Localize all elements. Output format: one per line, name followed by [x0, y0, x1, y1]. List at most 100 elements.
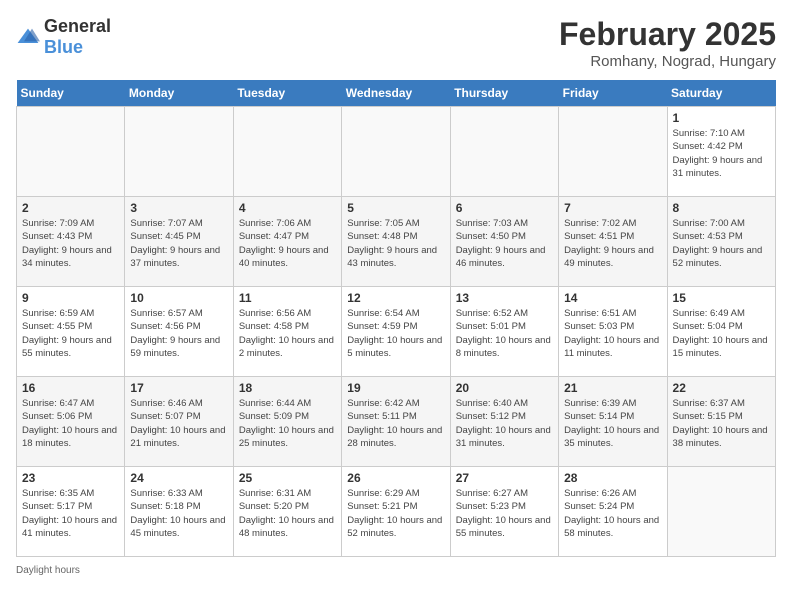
day-info: Sunrise: 6:26 AM Sunset: 5:24 PM Dayligh…	[564, 487, 661, 540]
calendar-cell: 7 Sunrise: 7:02 AM Sunset: 4:51 PM Daylig…	[559, 197, 667, 287]
day-number: 5	[347, 201, 444, 215]
week-row-4: 16 Sunrise: 6:47 AM Sunset: 5:06 PM Dayli…	[17, 377, 776, 467]
day-info: Sunrise: 6:59 AM Sunset: 4:55 PM Dayligh…	[22, 307, 119, 360]
day-header-wednesday: Wednesday	[342, 80, 450, 107]
calendar-cell	[233, 107, 341, 197]
day-number: 22	[673, 381, 770, 395]
day-number: 7	[564, 201, 661, 215]
calendar-cell: 2Sunrise: 7:09 AM Sunset: 4:43 PM Daylig…	[17, 197, 125, 287]
day-number: 18	[239, 381, 336, 395]
day-number: 10	[130, 291, 227, 305]
day-info: Sunrise: 7:10 AM Sunset: 4:42 PM Dayligh…	[673, 127, 770, 180]
calendar-cell	[667, 467, 775, 557]
calendar-body: 1 Sunrise: 7:10 AM Sunset: 4:42 PM Daylig…	[17, 107, 776, 557]
calendar-cell: 4 Sunrise: 7:06 AM Sunset: 4:47 PM Daylig…	[233, 197, 341, 287]
day-number: 17	[130, 381, 227, 395]
day-info: Sunrise: 6:35 AM Sunset: 5:17 PM Dayligh…	[22, 487, 119, 540]
calendar-cell: 5 Sunrise: 7:05 AM Sunset: 4:48 PM Daylig…	[342, 197, 450, 287]
day-number: 11	[239, 291, 336, 305]
calendar-footer: Daylight hours	[16, 565, 776, 576]
day-number: 25	[239, 471, 336, 485]
footer-text: Daylight hours	[16, 565, 80, 576]
logo-blue: Blue	[44, 37, 83, 57]
logo-icon	[16, 27, 40, 47]
day-number: 1	[673, 111, 770, 125]
calendar-cell: 11 Sunrise: 6:56 AM Sunset: 4:58 PM Dayli…	[233, 287, 341, 377]
logo-general: General	[44, 16, 111, 36]
day-info: Sunrise: 6:33 AM Sunset: 5:18 PM Dayligh…	[130, 487, 227, 540]
day-info: Sunrise: 6:49 AM Sunset: 5:04 PM Dayligh…	[673, 307, 770, 360]
week-row-3: 9Sunrise: 6:59 AM Sunset: 4:55 PM Daylig…	[17, 287, 776, 377]
day-number: 8	[673, 201, 770, 215]
calendar-cell: 22Sunrise: 6:37 AM Sunset: 5:15 PM Dayli…	[667, 377, 775, 467]
calendar-cell: 18 Sunrise: 6:44 AM Sunset: 5:09 PM Dayli…	[233, 377, 341, 467]
day-info: Sunrise: 7:03 AM Sunset: 4:50 PM Dayligh…	[456, 217, 553, 270]
day-info: Sunrise: 6:54 AM Sunset: 4:59 PM Dayligh…	[347, 307, 444, 360]
day-info: Sunrise: 7:06 AM Sunset: 4:47 PM Dayligh…	[239, 217, 336, 270]
day-number: 3	[130, 201, 227, 215]
day-info: Sunrise: 7:02 AM Sunset: 4:51 PM Dayligh…	[564, 217, 661, 270]
calendar-cell	[17, 107, 125, 197]
title-section: February 2025 Romhany, Nograd, Hungary	[559, 16, 776, 70]
day-number: 14	[564, 291, 661, 305]
week-row-5: 23 Sunrise: 6:35 AM Sunset: 5:17 PM Dayli…	[17, 467, 776, 557]
calendar-cell: 12 Sunrise: 6:54 AM Sunset: 4:59 PM Dayli…	[342, 287, 450, 377]
logo: General Blue	[16, 16, 111, 58]
day-info: Sunrise: 6:56 AM Sunset: 4:58 PM Dayligh…	[239, 307, 336, 360]
calendar-title: February 2025	[559, 16, 776, 53]
calendar-cell: 3 Sunrise: 7:07 AM Sunset: 4:45 PM Daylig…	[125, 197, 233, 287]
day-info: Sunrise: 6:51 AM Sunset: 5:03 PM Dayligh…	[564, 307, 661, 360]
calendar-cell: 15Sunrise: 6:49 AM Sunset: 5:04 PM Dayli…	[667, 287, 775, 377]
calendar-cell: 19 Sunrise: 6:42 AM Sunset: 5:11 PM Dayli…	[342, 377, 450, 467]
day-number: 21	[564, 381, 661, 395]
day-info: Sunrise: 7:07 AM Sunset: 4:45 PM Dayligh…	[130, 217, 227, 270]
calendar-cell: 28 Sunrise: 6:26 AM Sunset: 5:24 PM Dayli…	[559, 467, 667, 557]
calendar-cell: 27 Sunrise: 6:27 AM Sunset: 5:23 PM Dayli…	[450, 467, 558, 557]
day-number: 13	[456, 291, 553, 305]
logo-text: General Blue	[44, 16, 111, 58]
day-number: 28	[564, 471, 661, 485]
calendar-cell: 10Sunrise: 6:57 AM Sunset: 4:56 PM Dayli…	[125, 287, 233, 377]
calendar-cell: 6Sunrise: 7:03 AM Sunset: 4:50 PM Daylig…	[450, 197, 558, 287]
day-info: Sunrise: 6:52 AM Sunset: 5:01 PM Dayligh…	[456, 307, 553, 360]
day-info: Sunrise: 7:05 AM Sunset: 4:48 PM Dayligh…	[347, 217, 444, 270]
day-header-tuesday: Tuesday	[233, 80, 341, 107]
calendar-cell: 8Sunrise: 7:00 AM Sunset: 4:53 PM Daylig…	[667, 197, 775, 287]
calendar-cell: 25 Sunrise: 6:31 AM Sunset: 5:20 PM Dayli…	[233, 467, 341, 557]
day-info: Sunrise: 6:40 AM Sunset: 5:12 PM Dayligh…	[456, 397, 553, 450]
day-number: 24	[130, 471, 227, 485]
calendar-cell: 21 Sunrise: 6:39 AM Sunset: 5:14 PM Dayli…	[559, 377, 667, 467]
day-number: 16	[22, 381, 119, 395]
day-number: 12	[347, 291, 444, 305]
day-number: 23	[22, 471, 119, 485]
day-info: Sunrise: 6:27 AM Sunset: 5:23 PM Dayligh…	[456, 487, 553, 540]
page-header: General Blue February 2025 Romhany, Nogr…	[16, 16, 776, 70]
day-info: Sunrise: 6:42 AM Sunset: 5:11 PM Dayligh…	[347, 397, 444, 450]
calendar-table: SundayMondayTuesdayWednesdayThursdayFrid…	[16, 80, 776, 557]
day-number: 27	[456, 471, 553, 485]
day-header-sunday: Sunday	[17, 80, 125, 107]
day-number: 19	[347, 381, 444, 395]
day-number: 4	[239, 201, 336, 215]
day-info: Sunrise: 6:47 AM Sunset: 5:06 PM Dayligh…	[22, 397, 119, 450]
day-info: Sunrise: 7:09 AM Sunset: 4:43 PM Dayligh…	[22, 217, 119, 270]
calendar-subtitle: Romhany, Nograd, Hungary	[559, 53, 776, 70]
calendar-header-row: SundayMondayTuesdayWednesdayThursdayFrid…	[17, 80, 776, 107]
day-info: Sunrise: 6:31 AM Sunset: 5:20 PM Dayligh…	[239, 487, 336, 540]
calendar-cell	[125, 107, 233, 197]
day-info: Sunrise: 6:46 AM Sunset: 5:07 PM Dayligh…	[130, 397, 227, 450]
calendar-cell: 23 Sunrise: 6:35 AM Sunset: 5:17 PM Dayli…	[17, 467, 125, 557]
week-row-2: 2Sunrise: 7:09 AM Sunset: 4:43 PM Daylig…	[17, 197, 776, 287]
calendar-cell: 26Sunrise: 6:29 AM Sunset: 5:21 PM Dayli…	[342, 467, 450, 557]
calendar-cell: 24 Sunrise: 6:33 AM Sunset: 5:18 PM Dayli…	[125, 467, 233, 557]
calendar-cell: 1 Sunrise: 7:10 AM Sunset: 4:42 PM Daylig…	[667, 107, 775, 197]
day-header-saturday: Saturday	[667, 80, 775, 107]
day-header-friday: Friday	[559, 80, 667, 107]
day-info: Sunrise: 6:39 AM Sunset: 5:14 PM Dayligh…	[564, 397, 661, 450]
calendar-cell: 17 Sunrise: 6:46 AM Sunset: 5:07 PM Dayli…	[125, 377, 233, 467]
calendar-cell: 16 Sunrise: 6:47 AM Sunset: 5:06 PM Dayli…	[17, 377, 125, 467]
day-number: 26	[347, 471, 444, 485]
day-info: Sunrise: 6:44 AM Sunset: 5:09 PM Dayligh…	[239, 397, 336, 450]
calendar-cell	[450, 107, 558, 197]
calendar-cell: 14 Sunrise: 6:51 AM Sunset: 5:03 PM Dayli…	[559, 287, 667, 377]
